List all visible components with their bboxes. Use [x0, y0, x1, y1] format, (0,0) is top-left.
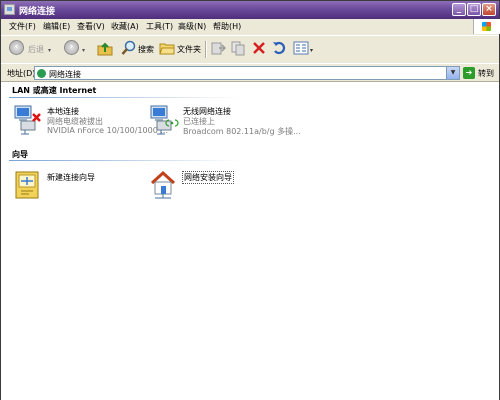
home-network-wizard-icon: [149, 169, 179, 203]
address-bar: 地址(D) 网络连接 ▼ ➔ 转到: [1, 63, 499, 82]
views-icon[interactable]: [293, 40, 309, 58]
wireless-network-icon: [149, 104, 179, 138]
undo-icon[interactable]: [271, 40, 287, 58]
network-folder-icon: [4, 4, 15, 15]
forward-arrow-icon[interactable]: ›: [64, 40, 79, 55]
network-connections-icon: [37, 69, 46, 78]
menu-edit[interactable]: 编辑(E): [43, 21, 70, 32]
title-bar[interactable]: 网络连接 _ □ ×: [1, 1, 499, 19]
content-pane: LAN 或高速 Internet 本地连接 网络电缆被拔出 NVIDIA nFo…: [1, 81, 499, 400]
go-arrow-icon[interactable]: ➔: [463, 67, 475, 79]
disconnected-network-icon: [13, 104, 43, 138]
go-button[interactable]: 转到: [478, 68, 494, 79]
menu-favorites[interactable]: 收藏(A): [111, 21, 139, 32]
toolbar: ‹ 后退 ▾ › ▾ 搜索 文件夹 ▾: [1, 35, 499, 64]
connection-local[interactable]: 本地连接 网络电缆被拔出 NVIDIA nForce 10/100/1000 .…: [11, 104, 168, 140]
address-value: 网络连接: [49, 70, 81, 79]
folders-icon[interactable]: [159, 40, 175, 58]
explorer-window: 网络连接 _ □ × 文件(F) 编辑(E) 查看(V) 收藏(A) 工具(T)…: [0, 0, 500, 400]
menu-bar: 文件(F) 编辑(E) 查看(V) 收藏(A) 工具(T) 高级(N) 帮助(H…: [1, 19, 500, 34]
connection-wireless[interactable]: 无线网络连接 已连接上 Broadcom 802.11a/b/g 多操...: [147, 104, 301, 140]
window-title: 网络连接: [19, 7, 56, 17]
group-title-wizards: 向导: [12, 150, 28, 159]
move-to-icon[interactable]: [210, 40, 227, 58]
connection-device: Broadcom 802.11a/b/g 多操...: [183, 127, 301, 136]
group-divider: [9, 97, 241, 98]
delete-icon[interactable]: [251, 40, 267, 58]
copy-to-icon[interactable]: [230, 40, 246, 58]
address-input[interactable]: 网络连接 ▼: [34, 66, 460, 80]
address-label: 地址(D): [7, 69, 36, 78]
maximize-button[interactable]: □: [467, 3, 481, 16]
group-title-lan: LAN 或高速 Internet: [12, 86, 97, 95]
minimize-button[interactable]: _: [452, 3, 466, 16]
up-folder-icon[interactable]: [97, 40, 113, 58]
menu-help[interactable]: 帮助(H): [213, 21, 241, 32]
wizard-network-setup[interactable]: 网络安装向导: [147, 169, 257, 203]
back-arrow-icon[interactable]: ‹: [9, 40, 24, 55]
search-button[interactable]: 搜索: [138, 44, 154, 55]
wizard-name: 网络安装向导: [182, 171, 234, 184]
search-icon[interactable]: [121, 40, 137, 58]
wizard-name: 新建连接向导: [47, 173, 95, 182]
address-dropdown-icon[interactable]: ▼: [446, 67, 459, 79]
group-divider: [9, 160, 241, 161]
close-button[interactable]: ×: [482, 3, 496, 16]
menu-view[interactable]: 查看(V): [77, 21, 105, 32]
new-connection-wizard-icon: [13, 169, 43, 203]
toolbar-separator: [205, 41, 207, 58]
folders-button[interactable]: 文件夹: [177, 44, 201, 55]
menu-file[interactable]: 文件(F): [9, 21, 36, 32]
menu-advanced[interactable]: 高级(N): [178, 21, 206, 32]
menu-tools[interactable]: 工具(T): [146, 21, 173, 32]
windows-logo-icon: [473, 19, 500, 34]
wizard-new-connection[interactable]: 新建连接向导: [11, 169, 121, 203]
back-button[interactable]: 后退: [28, 44, 44, 55]
